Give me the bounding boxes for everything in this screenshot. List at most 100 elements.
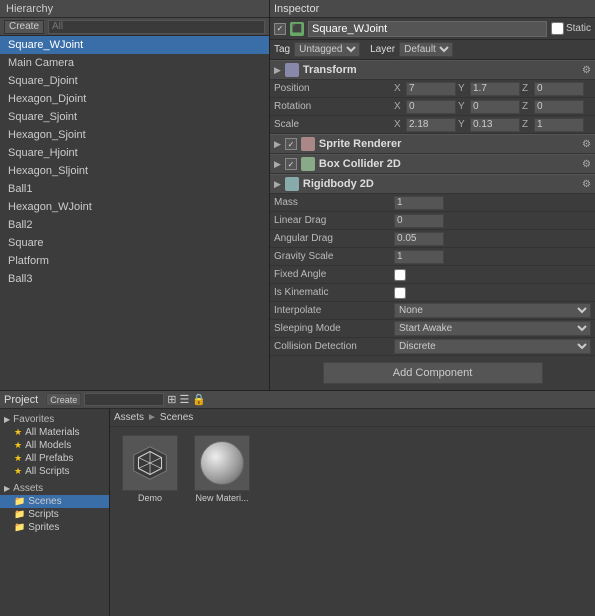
sidebar-item-sprites[interactable]: 📁Sprites bbox=[0, 521, 109, 534]
transform-header[interactable]: ▶ Transform ⚙ bbox=[270, 60, 595, 80]
hierarchy-list: Square_WJointMain CameraSquare_DjointHex… bbox=[0, 36, 269, 390]
transform-gear-button[interactable]: ⚙ bbox=[582, 65, 591, 76]
breadcrumb-part2[interactable]: Scenes bbox=[160, 412, 193, 423]
rot-x-input[interactable] bbox=[406, 100, 456, 114]
hierarchy-item[interactable]: Hexagon_WJoint bbox=[0, 198, 269, 216]
sprite-renderer-gear-button[interactable]: ⚙ bbox=[582, 139, 591, 150]
hierarchy-item[interactable]: Ball3 bbox=[0, 270, 269, 288]
box-collider-enabled[interactable]: ✓ bbox=[285, 158, 297, 170]
box-collider-arrow-icon: ▶ bbox=[274, 159, 281, 170]
scale-z-label: Z bbox=[522, 119, 532, 130]
project-create-button[interactable]: Create bbox=[46, 393, 81, 406]
sidebar-item-favorites[interactable]: ★All Prefabs bbox=[0, 452, 109, 465]
is-kinematic-checkbox[interactable] bbox=[394, 287, 406, 299]
scale-y-input[interactable] bbox=[470, 118, 520, 132]
interpolate-select[interactable]: None bbox=[394, 303, 591, 318]
assets-items: 📁Scenes📁Scripts📁Sprites bbox=[0, 495, 109, 534]
breadcrumb-part1[interactable]: Assets bbox=[114, 412, 144, 423]
project-layout-button[interactable]: ⊞ bbox=[167, 393, 176, 406]
hierarchy-item[interactable]: Platform bbox=[0, 252, 269, 270]
pos-x-input[interactable] bbox=[406, 82, 456, 96]
mass-row: Mass bbox=[270, 194, 595, 212]
pos-z-input[interactable] bbox=[534, 82, 584, 96]
layer-select[interactable]: Default bbox=[399, 42, 453, 57]
project-filter-button[interactable]: ☰ bbox=[179, 393, 189, 406]
fixed-angle-row: Fixed Angle bbox=[270, 266, 595, 284]
sprite-renderer-enabled[interactable]: ✓ bbox=[285, 138, 297, 150]
rot-z-input[interactable] bbox=[534, 100, 584, 114]
linear-drag-input[interactable] bbox=[394, 214, 444, 228]
object-name-input[interactable] bbox=[308, 21, 547, 37]
hierarchy-item[interactable]: Square bbox=[0, 234, 269, 252]
hierarchy-item[interactable]: Main Camera bbox=[0, 54, 269, 72]
hierarchy-item[interactable]: Ball1 bbox=[0, 180, 269, 198]
rigidbody-body: Mass Linear Drag Angular Drag Gravity Sc… bbox=[270, 194, 595, 356]
sprite-renderer-header[interactable]: ▶ ✓ Sprite Renderer ⚙ bbox=[270, 134, 595, 154]
fixed-angle-checkbox[interactable] bbox=[394, 269, 406, 281]
angular-drag-input[interactable] bbox=[394, 232, 444, 246]
hierarchy-item[interactable]: Hexagon_Sjoint bbox=[0, 126, 269, 144]
sidebar-item-favorites[interactable]: ★All Materials bbox=[0, 426, 109, 439]
project-toolbar: Create ⊞ ☰ 🔒 bbox=[42, 393, 210, 406]
hierarchy-item[interactable]: Square_Djoint bbox=[0, 72, 269, 90]
sidebar-item-scenes[interactable]: 📁Scenes bbox=[0, 495, 109, 508]
scale-x-input[interactable] bbox=[406, 118, 456, 132]
box-collider-label: Box Collider 2D bbox=[319, 158, 401, 170]
hierarchy-search-input[interactable] bbox=[48, 20, 265, 34]
add-component-button[interactable]: Add Component bbox=[323, 362, 543, 384]
object-enabled-checkbox[interactable]: ✓ bbox=[274, 23, 286, 35]
sidebar-item-favorites[interactable]: ★All Models bbox=[0, 439, 109, 452]
inspector-tag-row: Tag Untagged Layer Default bbox=[270, 40, 595, 60]
hierarchy-item[interactable]: Hexagon_Djoint bbox=[0, 90, 269, 108]
project-body: ▶ Favorites ★All Materials★All Models★Al… bbox=[0, 409, 595, 616]
box-collider-icon bbox=[301, 157, 315, 171]
hierarchy-create-button[interactable]: Create bbox=[4, 20, 44, 34]
sidebar-item-favorites[interactable]: ★All Scripts bbox=[0, 465, 109, 478]
sleeping-mode-select[interactable]: Start Awake bbox=[394, 321, 591, 336]
favorites-section: ▶ Favorites ★All Materials★All Models★Al… bbox=[0, 413, 109, 478]
list-item[interactable]: New Materi... bbox=[190, 435, 254, 503]
pos-y-input[interactable] bbox=[470, 82, 520, 96]
gravity-scale-input[interactable] bbox=[394, 250, 444, 264]
sidebar-item-scripts[interactable]: 📁Scripts bbox=[0, 508, 109, 521]
rot-y-input[interactable] bbox=[470, 100, 520, 114]
interpolate-label: Interpolate bbox=[274, 305, 394, 316]
mass-input[interactable] bbox=[394, 196, 444, 210]
hierarchy-toolbar: Create bbox=[0, 18, 269, 36]
asset-grid: DemoNew Materi... bbox=[110, 427, 595, 511]
gravity-scale-label: Gravity Scale bbox=[274, 251, 394, 262]
tag-label: Tag bbox=[274, 44, 290, 55]
hierarchy-item[interactable]: Square_Sjoint bbox=[0, 108, 269, 126]
scale-z-input[interactable] bbox=[534, 118, 584, 132]
rigidbody-gear-button[interactable]: ⚙ bbox=[582, 179, 591, 190]
rigidbody-header[interactable]: ▶ Rigidbody 2D ⚙ bbox=[270, 174, 595, 194]
hierarchy-panel: Hierarchy Create Square_WJointMain Camer… bbox=[0, 0, 270, 390]
gravity-scale-row: Gravity Scale bbox=[270, 248, 595, 266]
rigidbody-label: Rigidbody 2D bbox=[303, 178, 374, 190]
position-value: X Y Z bbox=[394, 82, 591, 96]
sleeping-mode-row: Sleeping Mode Start Awake bbox=[270, 320, 595, 338]
hierarchy-item[interactable]: Hexagon_Sljoint bbox=[0, 162, 269, 180]
unity-logo-icon bbox=[132, 445, 168, 481]
box-collider-gear-button[interactable]: ⚙ bbox=[582, 159, 591, 170]
static-checkbox[interactable] bbox=[551, 22, 564, 35]
project-lock-button[interactable]: 🔒 bbox=[192, 393, 206, 406]
tag-select[interactable]: Untagged bbox=[294, 42, 360, 57]
folder-icon: 📁 bbox=[14, 509, 25, 520]
hierarchy-item[interactable]: Square_Hjoint bbox=[0, 144, 269, 162]
hierarchy-item[interactable]: Square_WJoint bbox=[0, 36, 269, 54]
transform-label: Transform bbox=[303, 64, 357, 76]
breadcrumb: Assets ► Scenes bbox=[110, 409, 595, 427]
collision-detection-select[interactable]: Discrete bbox=[394, 339, 591, 354]
assets-header[interactable]: ▶ Assets bbox=[0, 482, 109, 495]
list-item[interactable]: Demo bbox=[118, 435, 182, 503]
hierarchy-item[interactable]: Ball2 bbox=[0, 216, 269, 234]
inspector-content: ▶ Transform ⚙ Position X Y Z bbox=[270, 60, 595, 390]
project-search-input[interactable] bbox=[84, 393, 164, 406]
inspector-panel: Inspector ✓ ⬛ Static Tag Untagged Layer … bbox=[270, 0, 595, 390]
angular-drag-row: Angular Drag bbox=[270, 230, 595, 248]
inspector-title: Inspector bbox=[274, 3, 319, 15]
scale-y-label: Y bbox=[458, 119, 468, 130]
box-collider-header[interactable]: ▶ ✓ Box Collider 2D ⚙ bbox=[270, 154, 595, 174]
favorites-header[interactable]: ▶ Favorites bbox=[0, 413, 109, 426]
